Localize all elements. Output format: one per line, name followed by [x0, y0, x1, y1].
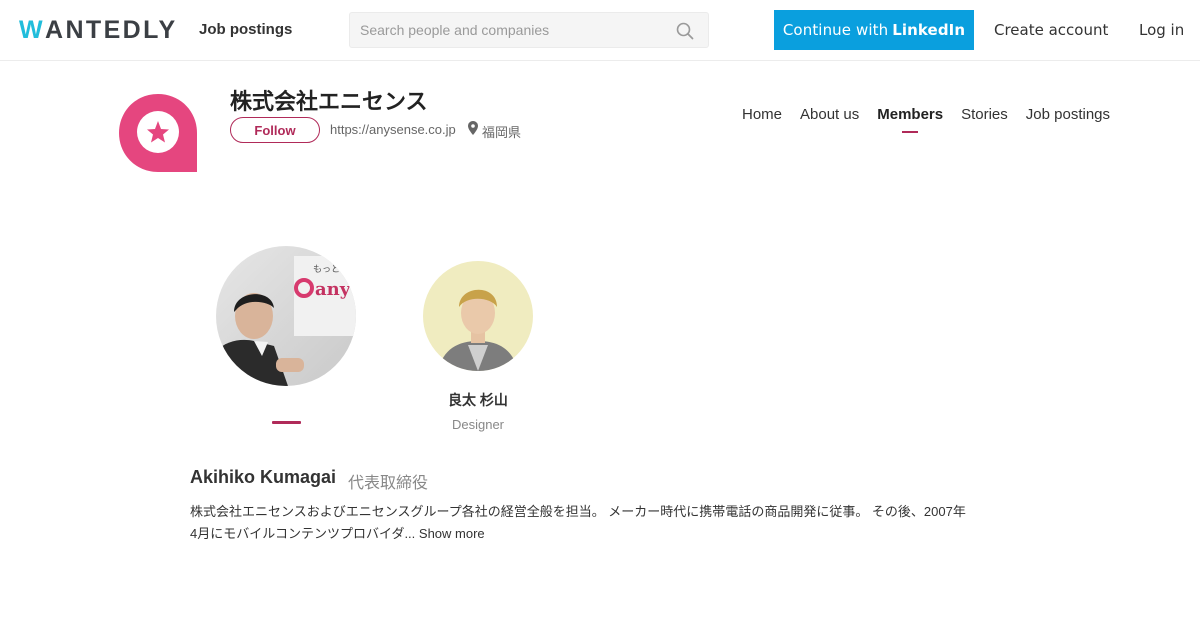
show-more-link[interactable]: Show more [419, 526, 485, 541]
company-name: 株式会社エニセンス [230, 89, 428, 114]
selected-member-name: Akihiko Kumagai [190, 467, 337, 487]
search-box [349, 12, 709, 48]
member-avatar-ryota-sugiyama[interactable] [423, 261, 533, 371]
tab-job-postings[interactable]: Job postings [1026, 106, 1110, 123]
selected-member-role: 代表取締役 [348, 475, 429, 492]
company-website-link[interactable]: https://anysense.co.jp [330, 122, 456, 137]
top-navigation-bar: WANTEDLY Job postings Continue withLinke… [0, 0, 1200, 61]
company-tabs: Home About us Members Stories Job postin… [742, 106, 1110, 133]
member-role: Designer [451, 417, 505, 432]
company-logo[interactable] [117, 92, 199, 174]
linkedin-button-prefix: Continue with [782, 21, 889, 39]
logo-text: ANTEDLY [45, 16, 178, 44]
company-location: 福岡県 [482, 125, 522, 140]
linkedin-button-brand: LinkedIn [892, 21, 966, 39]
tab-about-us[interactable]: About us [800, 106, 859, 123]
location-pin-icon [468, 121, 478, 135]
search-icon[interactable] [676, 22, 694, 40]
selected-member-indicator [272, 421, 301, 424]
wantedly-logo[interactable]: W ANTEDLY [19, 16, 178, 44]
login-link[interactable]: Log in [1139, 21, 1184, 39]
selected-member-bio: 株式会社エニセンスおよびエニセンスグループ各社の経営全般を担当。 メーカー時代に… [190, 501, 970, 545]
create-account-link[interactable]: Create account [994, 21, 1108, 39]
tab-members[interactable]: Members [877, 106, 943, 133]
svg-text:もっとにま: もっとにま [313, 264, 356, 275]
nav-job-postings-link[interactable]: Job postings [199, 21, 292, 38]
continue-with-linkedin-button[interactable]: Continue with LinkedIn [774, 10, 974, 50]
svg-text:any: any [315, 279, 351, 300]
member-avatar-akihiko-kumagai[interactable]: もっとにま any [216, 246, 356, 386]
member-name[interactable]: 良太 杉山 [423, 390, 533, 410]
search-input[interactable] [360, 13, 670, 47]
bio-text: 株式会社エニセンスおよびエニセンスグループ各社の経営全般を担当。 メーカー時代に… [190, 504, 966, 541]
tab-stories[interactable]: Stories [961, 106, 1008, 123]
tab-home[interactable]: Home [742, 106, 782, 123]
logo-letter-w: W [19, 16, 45, 44]
follow-button[interactable]: Follow [230, 117, 320, 143]
